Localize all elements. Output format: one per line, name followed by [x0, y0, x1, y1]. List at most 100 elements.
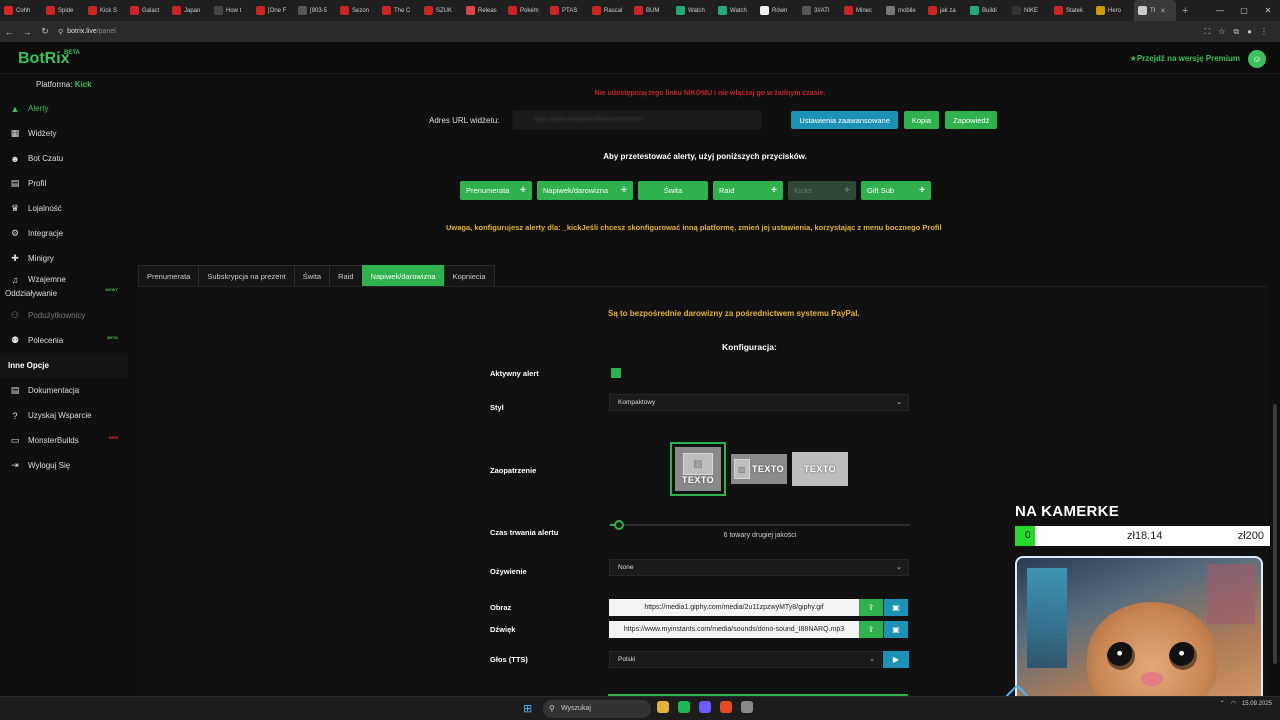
browser-tab[interactable]: SZUK — [420, 0, 462, 21]
browser-tab[interactable]: The C — [378, 0, 420, 21]
upload-sound-button[interactable]: ⇪ — [859, 621, 883, 638]
animation-select[interactable]: None ⌄ — [609, 559, 909, 576]
menu-dots-icon[interactable]: ⋮ — [1260, 27, 1268, 36]
browser-tab[interactable]: Releas — [462, 0, 504, 21]
test-wita-button[interactable]: Świta — [638, 181, 708, 200]
close-icon[interactable]: ✕ — [1160, 7, 1166, 15]
browser-tab[interactable]: Sezon — [336, 0, 378, 21]
browser-tab[interactable]: Minec — [840, 0, 882, 21]
browser-tab[interactable]: [One F — [252, 0, 294, 21]
layout-option-overlay[interactable]: TEXTO — [792, 452, 848, 486]
tab-subskrypcjanaprezent[interactable]: Subskrypcja na prezent — [198, 265, 295, 287]
browser-tab[interactable]: Galact — [126, 0, 168, 21]
gallery-sound-button[interactable]: ▣ — [884, 621, 908, 638]
test-giftsub-button[interactable]: Gift Sub + — [861, 181, 931, 200]
sidebar-item[interactable]: ▭ MonsterBuilds NEW — [0, 428, 128, 453]
browser-tab[interactable]: Rascal — [588, 0, 630, 21]
invite-button[interactable]: Zapowiedź — [945, 111, 998, 129]
browser-tab[interactable]: 3I/ATI — [798, 0, 840, 21]
app-logo[interactable]: BotRix — [18, 50, 70, 68]
tab-wita[interactable]: Świta — [293, 265, 331, 287]
taskbar-app-icon[interactable] — [657, 701, 669, 713]
sound-url-input[interactable]: https://www.myinstants.com/media/sounds/… — [609, 621, 859, 638]
taskbar-app-icon[interactable] — [678, 701, 690, 713]
sidebar-item[interactable]: ▤ Dokumentacja — [0, 378, 128, 403]
layout-option-stacked[interactable]: ▨ TEXTO — [670, 442, 726, 496]
windows-start-icon[interactable]: ⊞ — [523, 702, 532, 715]
browser-tab[interactable]: [903-5 — [294, 0, 336, 21]
browser-tab[interactable]: Równ — [756, 0, 798, 21]
premium-link[interactable]: ★Przejdź na wersję Premium — [1130, 54, 1240, 63]
reload-icon[interactable]: ↻ — [36, 26, 54, 37]
upload-image-button[interactable]: ⇪ — [859, 599, 883, 616]
browser-tab[interactable]: Hero — [1092, 0, 1134, 21]
sidebar-item[interactable]: ⚇ Podużytkownicy — [0, 303, 128, 328]
sidebar-item[interactable]: ⇥ Wyloguj Się — [0, 453, 128, 478]
sidebar-item[interactable]: ♛ Lojalność — [0, 196, 128, 221]
browser-tab[interactable]: Spide — [42, 0, 84, 21]
advanced-settings-button[interactable]: Ustawienia zaawansowane — [791, 111, 898, 129]
browser-tab[interactable]: jak za — [924, 0, 966, 21]
sidebar-item[interactable]: ▤ Profil — [0, 171, 128, 196]
sidebar-item[interactable]: ▦ Widżety — [0, 121, 128, 146]
taskbar-app-icon[interactable] — [720, 701, 732, 713]
layout-option-side[interactable]: ▨ TEXTO — [731, 454, 787, 484]
style-select[interactable]: Kompaktowy ⌄ — [609, 394, 909, 411]
browser-tab[interactable]: NIKE — [1008, 0, 1050, 21]
wifi-icon[interactable]: ◠ — [1231, 700, 1236, 707]
bookmark-star-icon[interactable]: ☆ — [1218, 27, 1225, 36]
browser-tab[interactable]: Kick S — [84, 0, 126, 21]
image-url-input[interactable]: https://media1.giphy.com/media/2u11zpzwy… — [609, 599, 859, 616]
clock-date[interactable]: 15.09.2025 — [1242, 701, 1272, 707]
duration-slider-handle[interactable] — [614, 520, 624, 530]
user-avatar[interactable]: ☺ — [1248, 50, 1266, 68]
browser-tab[interactable]: Buildi — [966, 0, 1008, 21]
extensions-icon[interactable]: ⧉ — [1233, 27, 1239, 37]
tab-prenumerata[interactable]: Prenumerata — [138, 265, 200, 287]
duration-slider[interactable] — [610, 520, 910, 530]
new-tab-icon[interactable]: + — [1176, 5, 1194, 17]
browser-tab[interactable]: Cohh — [0, 0, 42, 21]
gallery-image-button[interactable]: ▣ — [884, 599, 908, 616]
browser-tab[interactable]: mobile — [882, 0, 924, 21]
translate-icon[interactable]: ⛶ — [1205, 27, 1211, 37]
maximize-icon[interactable]: ▢ — [1232, 0, 1256, 21]
site-info-icon[interactable]: ⚲ — [58, 28, 63, 36]
browser-tab[interactable]: BUM — [630, 0, 672, 21]
tray-icon[interactable]: ⌃ — [1220, 700, 1225, 707]
browser-tab[interactable]: Japan — [168, 0, 210, 21]
test-napiwekdarowizna-button[interactable]: Napiwek/darowizna + — [537, 181, 633, 200]
test-kicks-button[interactable]: Kicks + — [788, 181, 856, 200]
copy-button[interactable]: Kopia — [903, 111, 940, 129]
browser-tab[interactable]: Watch — [672, 0, 714, 21]
active-alert-checkbox[interactable] — [611, 368, 621, 378]
close-window-icon[interactable]: ✕ — [1256, 0, 1280, 21]
browser-tab[interactable]: PTAS — [546, 0, 588, 21]
sidebar-item[interactable]: ⚙ Integracje — [0, 221, 128, 246]
tts-select[interactable]: Polski ⌄ — [609, 651, 882, 668]
sidebar-item[interactable]: ✚ Minigry — [0, 246, 128, 271]
browser-tab[interactable]: How t — [210, 0, 252, 21]
minimize-icon[interactable]: — — [1208, 0, 1232, 21]
tab-raid[interactable]: Raid — [329, 265, 363, 287]
browser-tab[interactable]: Statek — [1050, 0, 1092, 21]
sidebar-item[interactable]: ⚉ Polecenia BETA — [0, 328, 128, 353]
sidebar-item[interactable]: ▲ Alerty — [0, 96, 128, 121]
forward-icon[interactable]: → — [18, 27, 36, 37]
test-raid-button[interactable]: Raid + — [713, 181, 783, 200]
test-prenumerata-button[interactable]: Prenumerata + — [460, 181, 532, 200]
taskbar-app-icon[interactable] — [699, 701, 711, 713]
back-icon[interactable]: ← — [0, 27, 18, 37]
browser-tab[interactable]: Tł ✕ — [1134, 0, 1176, 21]
taskbar-search[interactable]: ⚲ Wyszukaj — [543, 700, 651, 718]
browser-tab[interactable]: Pokém — [504, 0, 546, 21]
browser-tab[interactable]: Watch — [714, 0, 756, 21]
taskbar-app-icon[interactable] — [741, 701, 753, 713]
widget-url-field[interactable]: https://botrix.live/alerts?bid=•••••••••… — [513, 111, 762, 129]
scrollbar-thumb[interactable] — [1273, 404, 1277, 664]
sidebar-item[interactable]: ? Uzyskaj Wsparcie — [0, 403, 128, 428]
profile-icon[interactable]: ● — [1247, 27, 1252, 36]
url-field[interactable]: ⚲ botrix.live/panel — [58, 28, 116, 36]
sidebar-item[interactable]: ♫ Wzajemne Oddziaływanie NOWY — [0, 271, 128, 303]
tab-kopniecia[interactable]: Kopniecia — [443, 265, 495, 287]
